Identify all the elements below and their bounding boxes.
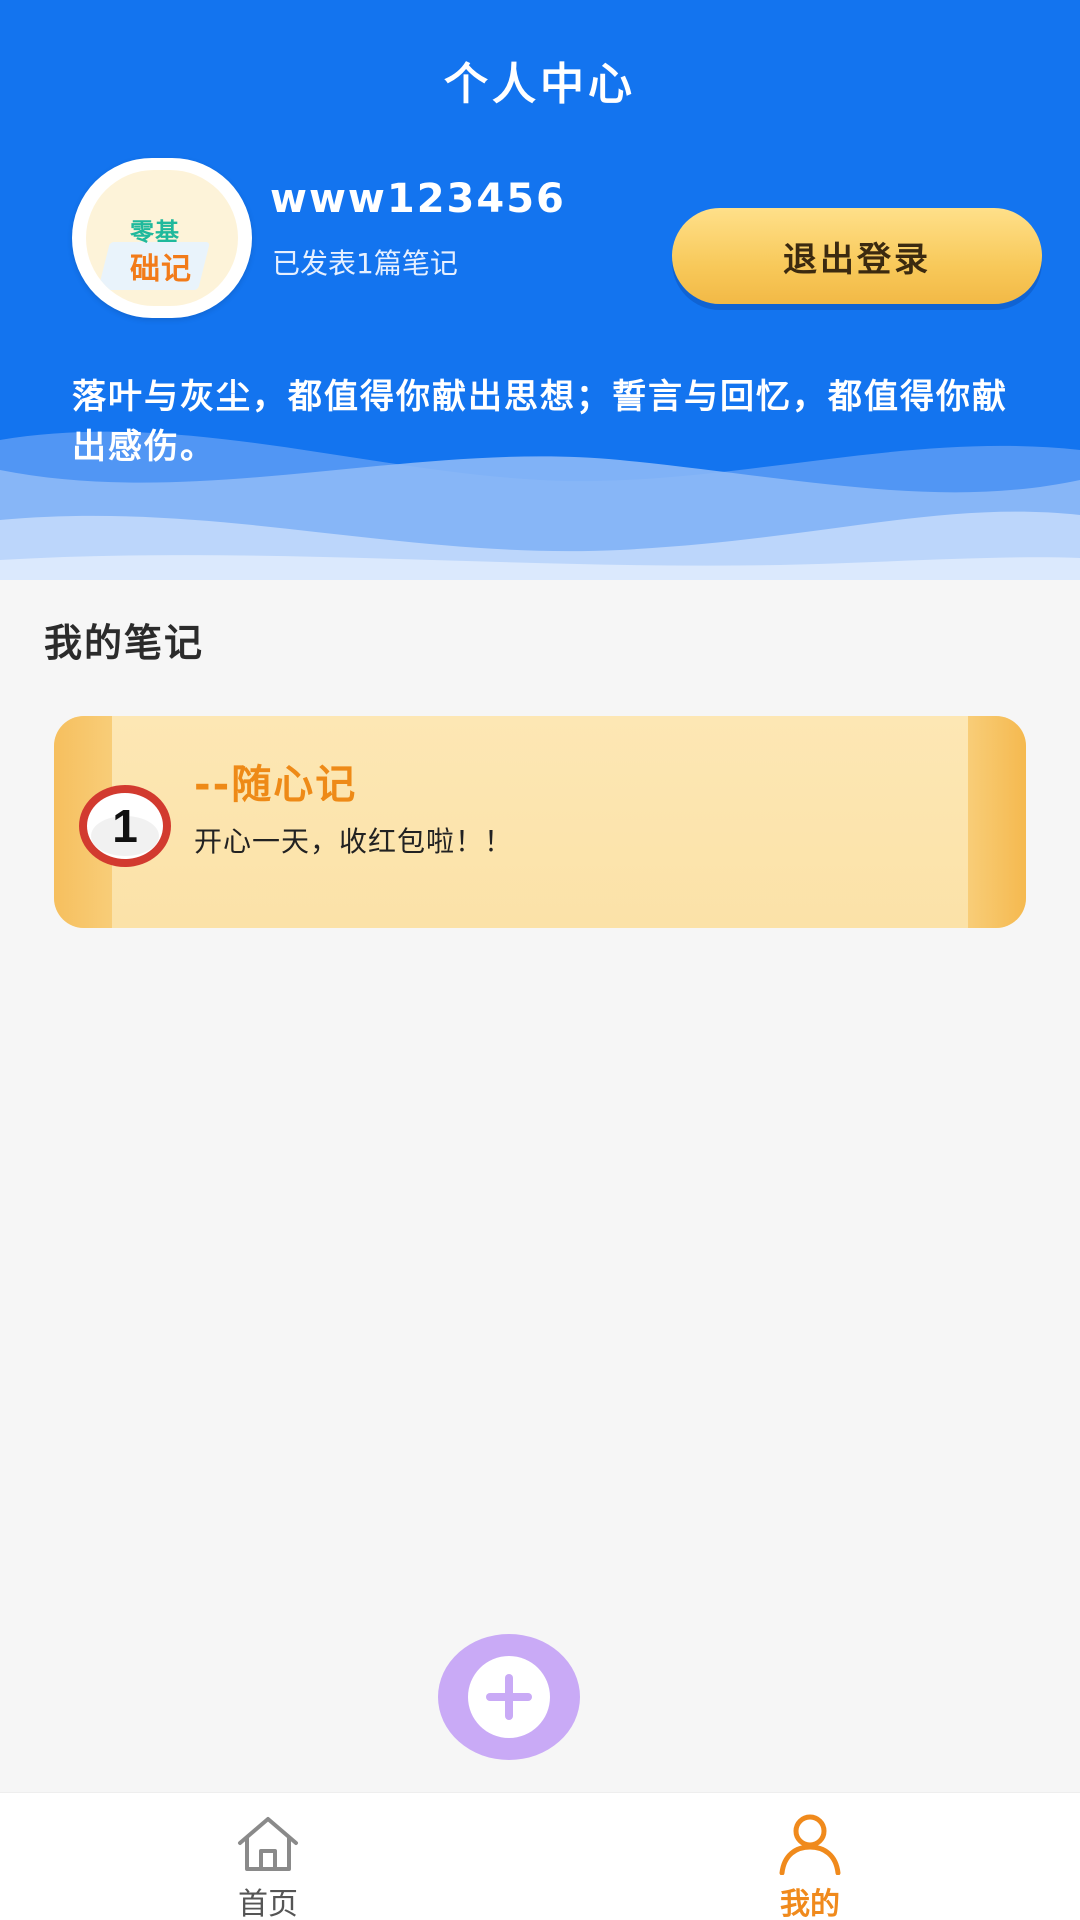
logout-button[interactable]: 退出登录 bbox=[672, 208, 1042, 304]
avatar[interactable]: 零基 础记 bbox=[72, 158, 252, 318]
plus-icon bbox=[468, 1656, 550, 1738]
profile-header: 个人中心 零基 础记 www123456 已发表1篇笔记 退出登录 落叶与灰尘，… bbox=[0, 0, 1080, 580]
avatar-text-bottom: 础记 bbox=[130, 252, 192, 287]
home-icon bbox=[238, 1817, 298, 1871]
avatar-image: 零基 础记 bbox=[86, 170, 238, 306]
note-content: 开心一天，收红包啦！！ bbox=[194, 825, 514, 858]
nav-label-home: 首页 bbox=[238, 1887, 298, 1920]
note-card[interactable]: 1 --随心记 开心一天，收红包啦！！ bbox=[54, 716, 1026, 928]
bottom-nav: 首页 我的 bbox=[0, 1792, 1080, 1920]
nav-label-mine: 我的 bbox=[780, 1887, 840, 1920]
motto-text: 落叶与灰尘，都值得你献出思想；誓言与回忆，都值得你献出感伤。 bbox=[72, 377, 1008, 467]
user-icon bbox=[779, 1814, 841, 1875]
add-note-button[interactable] bbox=[438, 1634, 580, 1760]
page-title: 个人中心 bbox=[444, 59, 636, 110]
nav-item-home[interactable]: 首页 bbox=[118, 1793, 418, 1920]
note-scroll-right-roll bbox=[968, 716, 1026, 928]
avatar-text-top: 零基 bbox=[130, 218, 180, 246]
personal-center-screen: 个人中心 零基 础记 www123456 已发表1篇笔记 退出登录 落叶与灰尘，… bbox=[0, 0, 1080, 1920]
number-badge-icon: 1 bbox=[79, 785, 171, 867]
note-title: --随心记 bbox=[194, 762, 358, 808]
note-badge-number: 1 bbox=[112, 800, 138, 852]
username: www123456 bbox=[270, 176, 566, 222]
nav-item-mine[interactable]: 我的 bbox=[660, 1793, 960, 1920]
section-title-my-notes: 我的笔记 bbox=[44, 621, 205, 665]
post-count: 已发表1篇笔记 bbox=[272, 247, 458, 280]
